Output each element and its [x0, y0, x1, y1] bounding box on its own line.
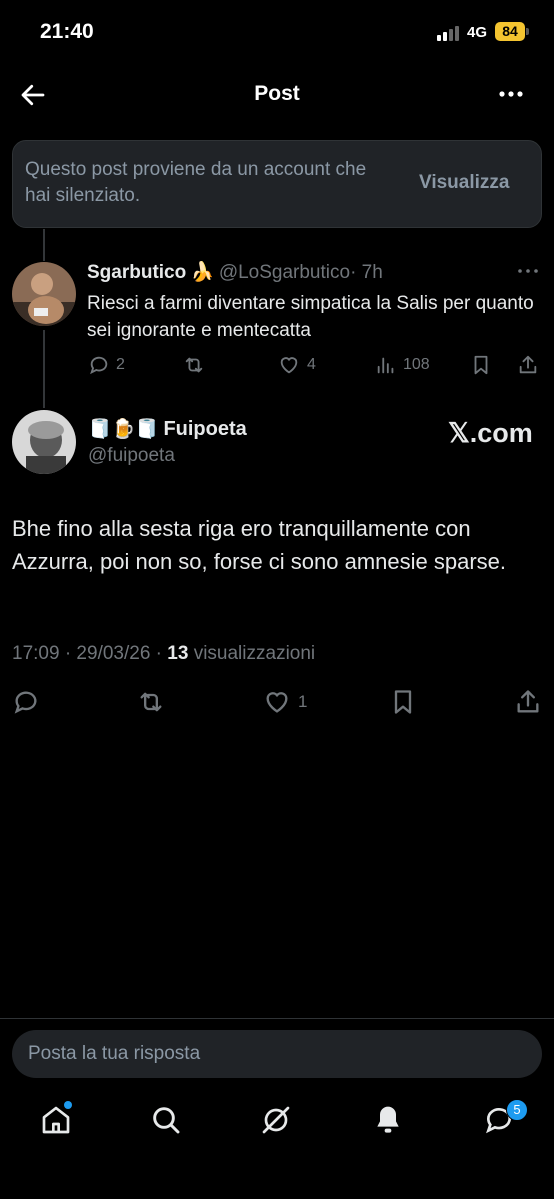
views-chart-icon	[377, 357, 394, 374]
bookmark-icon[interactable]	[470, 354, 492, 381]
post-time: · 7h	[350, 262, 383, 283]
x-com-watermark: 𝕏.com	[448, 418, 533, 448]
emoji-prefix: 🧻🍺🧻	[88, 419, 159, 440]
display-name[interactable]: Sgarbutico	[87, 262, 186, 283]
muted-account-notice: Questo post proviene da un account che h…	[12, 140, 542, 228]
notifications-icon[interactable]	[372, 1104, 404, 1141]
reply-compose-box[interactable]: Posta la tua risposta	[12, 1030, 542, 1078]
avatar[interactable]	[12, 410, 76, 474]
retweet-button[interactable]	[182, 354, 206, 376]
heart-icon	[280, 357, 298, 374]
more-dots-icon[interactable]	[516, 264, 540, 282]
main-author-row: 🧻🍺🧻 Fuipoeta	[88, 417, 247, 441]
retweet-icon[interactable]	[136, 688, 166, 721]
reply-icon	[90, 356, 108, 375]
battery-icon	[526, 28, 529, 35]
handle[interactable]: @LoSgarbutico	[219, 262, 350, 283]
thread-line	[43, 229, 45, 261]
like-count: 1	[298, 692, 308, 711]
post-text: Bhe fino alla sesta riga ero tranquillam…	[12, 516, 507, 574]
messages-badge: 5	[506, 1099, 528, 1121]
more-dots-icon[interactable]	[496, 84, 526, 104]
signal-icon	[437, 25, 461, 41]
heart-icon	[266, 692, 288, 713]
views-count: 108	[403, 356, 430, 373]
muted-notice-text: Questo post proviene da un account che h…	[25, 159, 367, 206]
battery-level: 84	[495, 22, 525, 41]
divider	[0, 1018, 554, 1019]
handle[interactable]: @fuipoeta	[88, 445, 175, 467]
view-muted-post-button[interactable]: Visualizza	[419, 172, 509, 194]
views-count: 13	[167, 643, 189, 664]
like-button[interactable]: 1	[262, 688, 307, 716]
page-title: Post	[254, 82, 300, 105]
banana-emoji: 🍌	[190, 262, 215, 283]
display-name[interactable]: Fuipoeta	[163, 418, 246, 440]
share-icon[interactable]	[517, 354, 539, 381]
reply-header: Sgarbutico 🍌 @LoSgarbutico· 7h	[87, 260, 383, 284]
like-button[interactable]: 4	[277, 354, 316, 376]
search-icon[interactable]	[150, 1104, 182, 1141]
grok-icon[interactable]	[260, 1104, 292, 1141]
views-label: visualizzazioni	[193, 643, 316, 664]
post-meta: 17:09 · 29/03/26 · 13 visualizzazioni	[12, 643, 315, 665]
avatar[interactable]	[12, 262, 76, 326]
reply-text: Riesci a farmi diventare simpatica la Sa…	[87, 293, 534, 341]
bookmark-icon[interactable]	[389, 688, 417, 721]
retweet-icon	[185, 357, 203, 373]
home-icon[interactable]	[40, 1104, 72, 1141]
share-icon[interactable]	[514, 688, 542, 721]
reply-count: 2	[116, 356, 125, 373]
views-button[interactable]: 108	[375, 354, 430, 376]
like-count: 4	[307, 356, 316, 373]
reply-icon[interactable]	[12, 688, 40, 721]
post-timestamp: 17:09 · 29/03/26 ·	[12, 643, 168, 664]
home-notification-dot	[64, 1101, 72, 1109]
reply-button[interactable]: 2	[88, 354, 125, 376]
compose-placeholder: Posta la tua risposta	[28, 1043, 201, 1064]
status-time: 21:40	[40, 20, 94, 43]
network-type: 4G	[467, 24, 488, 41]
thread-line	[43, 330, 45, 408]
